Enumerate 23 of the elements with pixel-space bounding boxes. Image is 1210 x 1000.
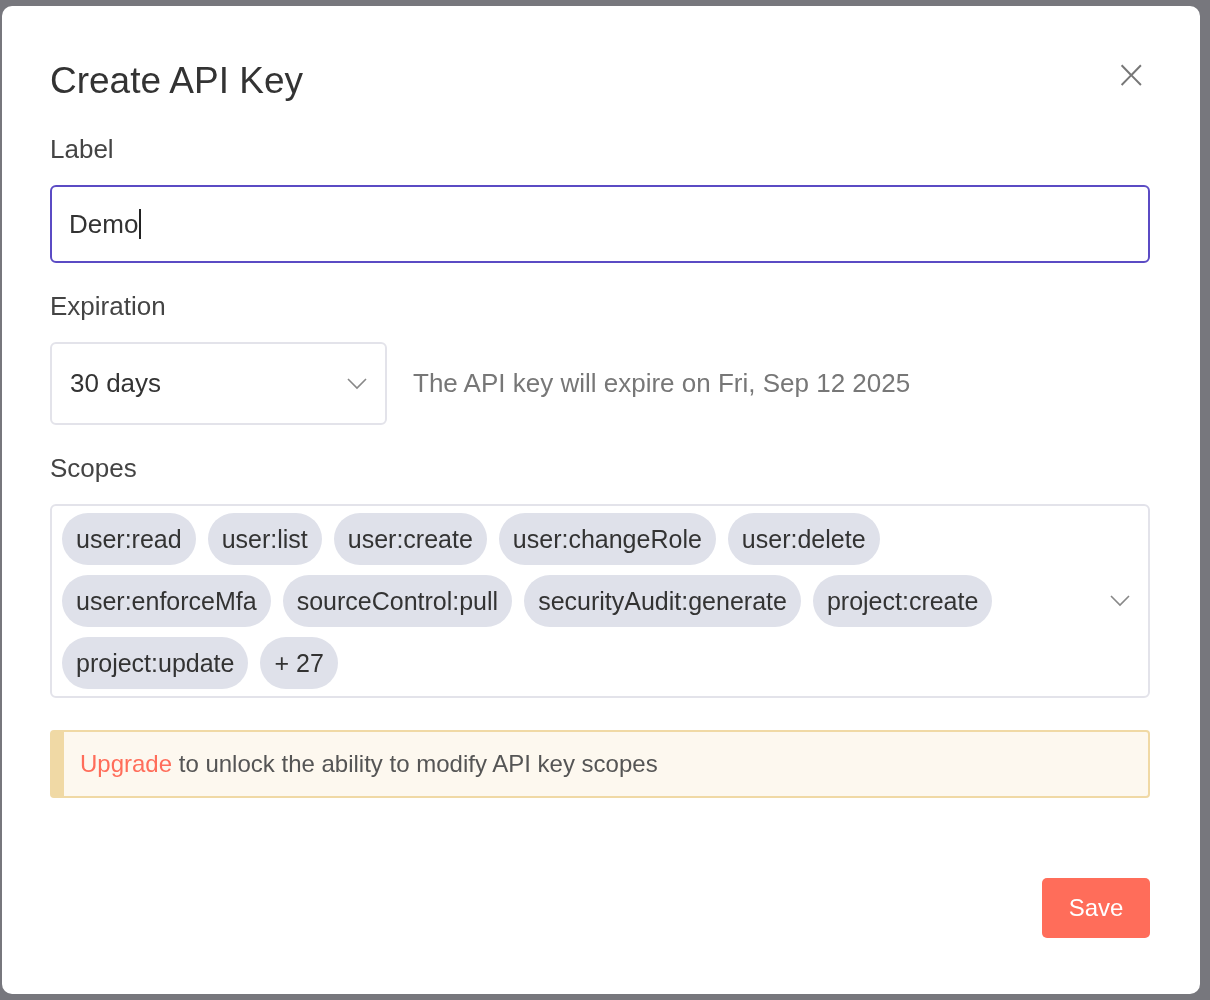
scopes-select[interactable]: user:read user:list user:create user:changeRole user:delete user:enforceMfa sourceControl:pull securityAudit:generate project:create project:update + 27	[50, 504, 1150, 698]
scope-tag: user:read	[62, 513, 196, 565]
field-label: Expiration	[50, 291, 167, 322]
scope-tag: user:create	[333, 513, 487, 565]
scope-tag: + 27	[260, 637, 338, 689]
chevron-down-icon	[347, 377, 367, 390]
scope-tag: project:update	[62, 637, 249, 689]
scope-tag: user:enforceMfa	[62, 575, 271, 627]
field-label: Label	[50, 134, 115, 165]
scope-tag: securityAudit:generate	[524, 575, 801, 627]
close-button[interactable]: ×	[1110, 54, 1152, 94]
field-label: Scopes	[50, 453, 138, 484]
scope-tag: project:create	[812, 575, 993, 627]
chevron-down-icon	[1110, 595, 1130, 607]
expiration-select[interactable]: 30 days	[50, 342, 387, 425]
scope-tag: user:delete	[727, 513, 880, 565]
scope-tag: user:changeRole	[498, 513, 716, 565]
dialog-title: Create API Key	[50, 60, 303, 102]
label-input-field[interactable]: Demo	[50, 185, 1150, 263]
scope-tag: user:list	[207, 513, 322, 565]
expiration-hint: The API key will expire on Fri, Sep 12 2025	[413, 368, 911, 399]
scope-tag: sourceControl:pull	[282, 575, 513, 627]
callout-text: Upgrade to unlock the ability to modify API key scopes	[80, 750, 658, 778]
